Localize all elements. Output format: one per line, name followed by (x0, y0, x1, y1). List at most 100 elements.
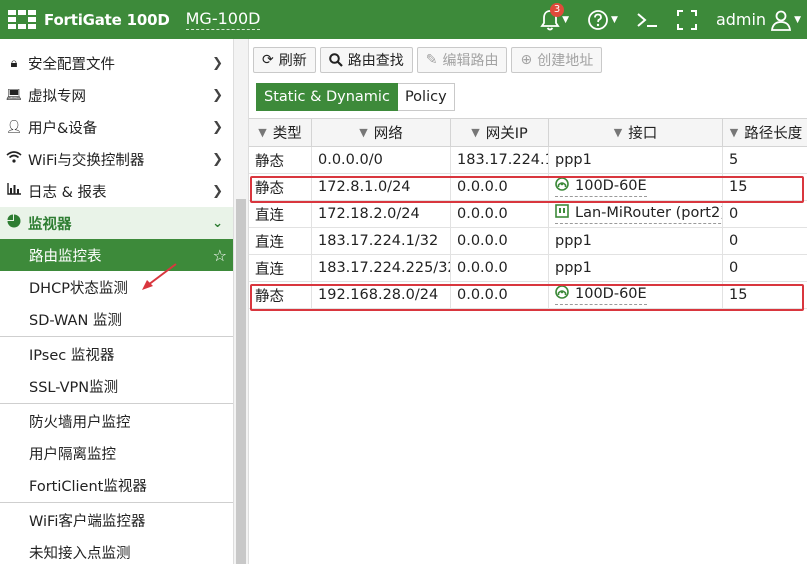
tunnel-icon (555, 285, 569, 303)
interface-link[interactable]: 100D-60E (555, 177, 647, 197)
interface-name: ppp1 (555, 260, 592, 276)
cell-type: 直连 (249, 201, 312, 227)
sidebar-item-user-device[interactable]: 👤︎ 用户&设备 ❯ (0, 111, 233, 143)
chevron-right-icon: ❯ (212, 119, 223, 135)
sidebar-subitem-label: IPsec 监视器 (29, 347, 115, 364)
bar-chart-icon (0, 183, 28, 199)
column-header-distance[interactable]: ▼ 路径长度 (723, 119, 807, 146)
help-button[interactable]: ▼ (587, 9, 618, 31)
main-content: ⟳ 刷新 路由查找 ✎ 编辑路由 ⊕ 创建地址 Static & Dynamic… (249, 39, 807, 564)
table-row[interactable]: 静态 172.8.1.0/24 0.0.0.0 100D-60E 15 (249, 174, 807, 201)
sidebar-item-label: 日志 & 报表 (28, 184, 107, 201)
sidebar-item-log-report[interactable]: 日志 & 报表 ❯ (0, 175, 233, 207)
cell-interface: 100D-60E (549, 174, 723, 200)
sidebar-subitem-label: 防火墙用户监控 (29, 414, 131, 431)
search-icon (328, 53, 343, 67)
sidebar-item-security-profiles[interactable]: 🔒︎ 安全配置文件 ❯ (0, 47, 233, 79)
laptop-icon: 💻︎ (5, 87, 23, 103)
column-header-network[interactable]: ▼ 网络 (312, 119, 451, 146)
tunnel-icon (555, 177, 569, 195)
cell-distance: 15 (729, 287, 748, 303)
sidebar-subitem-firewall-user-monitor[interactable]: 防火墙用户监控 (0, 405, 233, 437)
fullscreen-button[interactable] (676, 9, 698, 31)
star-icon[interactable]: ☆ (213, 246, 227, 265)
user-menu[interactable]: admin ▼ (716, 9, 801, 31)
sidebar-subitem-routing-monitor[interactable]: 路由监控表 ☆ (0, 239, 233, 271)
cell-gateway: 183.17.224.1 (451, 147, 549, 173)
filter-icon: ▼ (258, 126, 267, 139)
cell-distance: 0 (729, 260, 739, 276)
interface-link[interactable]: 100D-60E (555, 285, 647, 305)
interface-name: 100D-60E (575, 286, 647, 302)
table-row[interactable]: 直连 183.17.224.1/32 0.0.0.0 ppp1 0 (249, 228, 807, 255)
cell-distance: 5 (729, 152, 739, 168)
wifi-icon (0, 151, 28, 167)
notifications-button[interactable]: 3 ▼ (540, 2, 570, 31)
interface-name: ppp1 (555, 233, 592, 249)
sidebar-subitem-label: SSL-VPN监测 (29, 379, 119, 396)
refresh-icon: ⟳ (262, 52, 274, 68)
terminal-icon (637, 12, 657, 27)
cli-console-button[interactable] (636, 10, 658, 30)
help-icon (588, 9, 608, 30)
interface-name: 100D-60E (575, 178, 647, 194)
scrollbar-thumb[interactable] (236, 199, 246, 564)
sidebar-subitem-label: 未知接入点监测 (29, 545, 131, 562)
sidebar: 🔒︎ 安全配置文件 ❯ 💻︎ 虚拟专网 ❯ 👤︎ 用户&设备 ❯ WiFi与交换… (0, 39, 233, 564)
table-header: ▼ 类型 ▼ 网络 ▼ 网关IP ▼ 接口 ▼ 路径长度 (249, 119, 807, 147)
chevron-down-icon: ▼ (562, 14, 570, 25)
cell-network: 192.168.28.0/24 (312, 282, 451, 308)
edit-route-button[interactable]: ✎ 编辑路由 (416, 47, 508, 73)
table-row[interactable]: 静态 192.168.28.0/24 0.0.0.0 100D-60E 15 (249, 282, 807, 309)
user-icon (771, 10, 792, 31)
column-header-type[interactable]: ▼ 类型 (249, 119, 312, 146)
sidebar-item-wifi-switch[interactable]: WiFi与交换控制器 ❯ (0, 143, 233, 175)
route-lookup-button[interactable]: 路由查找 (319, 47, 413, 73)
table-row[interactable]: 直连 183.17.224.225/32 0.0.0.0 ppp1 0 (249, 255, 807, 282)
sidebar-item-label: 监视器 (28, 216, 72, 233)
sidebar-subitem-dhcp-monitor[interactable]: DHCP状态监测 (0, 271, 233, 303)
column-header-label: 接口 (628, 126, 658, 142)
cell-gateway: 0.0.0.0 (451, 201, 549, 227)
sidebar-item-label: 虚拟专网 (28, 88, 86, 105)
sidebar-scrollbar[interactable] (233, 39, 249, 564)
refresh-button[interactable]: ⟳ 刷新 (253, 47, 316, 73)
pencil-icon: ✎ (425, 52, 438, 68)
top-bar: FortiGate 100D MG-100D 3 ▼ ▼ admin ▼ (0, 0, 807, 39)
sidebar-item-label: 安全配置文件 (28, 56, 115, 73)
annotation-arrow-icon (142, 263, 177, 290)
create-address-button[interactable]: ⊕ 创建地址 (511, 47, 603, 73)
table-row[interactable]: 直连 172.18.2.0/24 0.0.0.0 Lan-MiRouter (port… (249, 201, 807, 228)
filter-icon: ▼ (613, 126, 623, 139)
column-header-interface[interactable]: ▼ 接口 (549, 119, 723, 146)
hostname[interactable]: MG-100D (185, 9, 261, 30)
tab-static-dynamic[interactable]: Static & Dynamic (256, 83, 398, 111)
toolbar: ⟳ 刷新 路由查找 ✎ 编辑路由 ⊕ 创建地址 (253, 47, 603, 73)
chevron-down-icon: ⌄ (212, 215, 223, 231)
cell-type: 静态 (249, 282, 312, 308)
chevron-right-icon: ❯ (212, 55, 223, 71)
sidebar-subitem-sslvpn-monitor[interactable]: SSL-VPN监测 (0, 370, 233, 402)
tab-policy[interactable]: Policy (397, 83, 455, 111)
cell-gateway: 0.0.0.0 (451, 282, 549, 308)
cell-network: 183.17.224.1/32 (312, 228, 451, 254)
sidebar-subitem-quarantine-monitor[interactable]: 用户隔离监控 (0, 437, 233, 469)
column-header-label: 网络 (373, 126, 403, 142)
sidebar-subitem-sdwan-monitor[interactable]: SD-WAN 监测 (0, 303, 233, 335)
filter-icon: ▼ (471, 126, 480, 139)
cell-type: 静态 (249, 174, 312, 200)
table-row[interactable]: 静态 0.0.0.0/0 183.17.224.1 ppp1 5 (249, 147, 807, 174)
sidebar-subitem-rogue-ap-monitor[interactable]: 未知接入点监测 (0, 536, 233, 568)
interface-link[interactable]: Lan-MiRouter (port2) (555, 204, 722, 224)
product-name: FortiGate 100D (44, 10, 170, 29)
sidebar-subitem-forticlient-monitor[interactable]: FortiClient监视器 (0, 469, 233, 501)
button-label: 创建地址 (537, 53, 594, 69)
column-header-gateway[interactable]: ▼ 网关IP (451, 119, 549, 146)
sidebar-subitem-ipsec-monitor[interactable]: IPsec 监视器 (0, 338, 233, 370)
sidebar-item-monitor[interactable]: 监视器 ⌄ (0, 207, 233, 239)
chevron-right-icon: ❯ (212, 183, 223, 199)
sidebar-subitem-wifi-client-monitor[interactable]: WiFi客户端监控器 (0, 504, 233, 536)
cell-type: 直连 (249, 228, 312, 254)
sidebar-item-vpn[interactable]: 💻︎ 虚拟专网 ❯ (0, 79, 233, 111)
cell-interface: Lan-MiRouter (port2) (549, 201, 723, 227)
